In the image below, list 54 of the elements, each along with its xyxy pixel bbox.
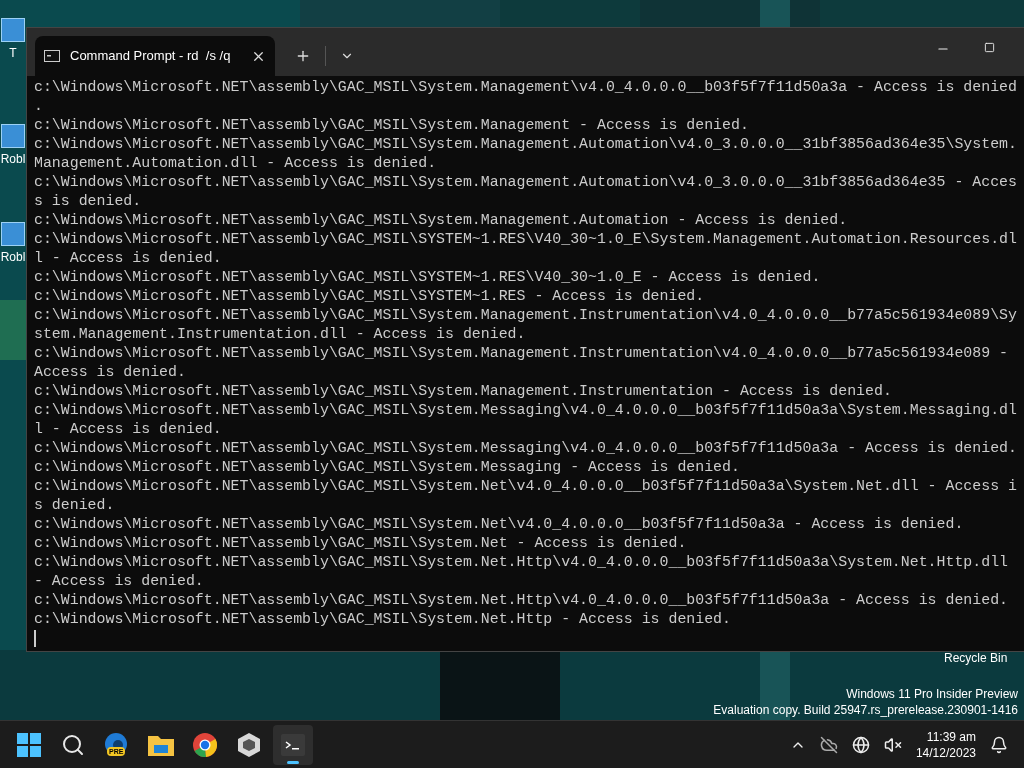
console-line: c:\Windows\Microsoft.NET\assembly\GAC_MSIL\System.Net - Access is denied. xyxy=(34,534,688,553)
windows-logo-icon xyxy=(17,732,41,757)
command-prompt-icon xyxy=(44,50,60,62)
speaker-muted-icon[interactable] xyxy=(883,735,902,754)
clock-time[interactable]: 11:39 am xyxy=(926,728,976,745)
terminal-icon xyxy=(281,733,305,756)
console-line: s is denied. xyxy=(34,192,143,211)
notification-bell-icon[interactable] xyxy=(990,735,1008,754)
console-line: c:\Windows\Microsoft.NET\assembly\GAC_MSIL\SYSTEM~1.RES - Access is denied. xyxy=(34,287,706,306)
console-line: c:\Windows\Microsoft.NET\assembly\GAC_MSIL\System.Management.Automation - Access is denied. xyxy=(34,211,849,230)
text-cursor xyxy=(34,630,36,647)
console-line: c:\Windows\Microsoft.NET\assembly\GAC_MSIL\System.Messaging - Access is denied. xyxy=(34,458,741,477)
chrome-logo-icon xyxy=(193,732,217,757)
console-line: c:\Windows\Microsoft.NET\assembly\GAC_MSIL\System.Messaging\v4.0_4.0.0.0__b03f5f7f11d50a3a\System.Messaging.dl xyxy=(34,401,1018,420)
desktop-icon-label[interactable]: Recycle Bin xyxy=(944,651,1008,665)
console-line: c:\Windows\Microsoft.NET\assembly\GAC_MSIL\SYSTEM~1.RES\V40_30~1.0_E - Access is denied. xyxy=(34,268,822,287)
evaluation-notice: Evaluation copy. Build 25947.rs_prerelease.230901-1416 xyxy=(713,702,1018,718)
desktop-icon-label[interactable]: Robl xyxy=(0,152,26,166)
new-tab-icon[interactable] xyxy=(295,48,311,64)
console-line: - Access is denied. xyxy=(34,572,205,591)
console-line: c:\Windows\Microsoft.NET\assembly\GAC_MSIL\System.Management.Instrumentation - Access is denied. xyxy=(34,382,893,401)
maximize-icon[interactable] xyxy=(984,42,995,53)
console-line: c:\Windows\Microsoft.NET\assembly\GAC_MSIL\SYSTEM~1.RES\V40_30~1.0_E\System.Management.Automation.Resources.dl xyxy=(34,230,1018,249)
console-line: c:\Windows\Microsoft.NET\assembly\GAC_MSIL\System.Messaging\v4.0_4.0.0.0__b03f5f7f11d50a3a - Access is denied. xyxy=(34,439,1018,458)
console-line: Access is denied. xyxy=(34,363,187,382)
console-line: c:\Windows\Microsoft.NET\assembly\GAC_MSIL\System.Net.Http\v4.0_4.0.0.0__b03f5f7f11d50a3a\System.Net.Http.dll xyxy=(34,553,1009,572)
globe-icon[interactable] xyxy=(851,735,870,754)
folder-icon xyxy=(148,733,174,756)
console-line: Management.Automation.dll - Access is denied. xyxy=(34,154,438,173)
console-line: c:\Windows\Microsoft.NET\assembly\GAC_MSIL\System.Net\v4.0_4.0.0.0__b03f5f7f11d50a3a - Access is denied. xyxy=(34,515,965,534)
console-line: . xyxy=(34,97,44,116)
terminal-tab[interactable]: Command Prompt - rd /s /q xyxy=(35,36,275,76)
desktop-icon-label[interactable]: Robl xyxy=(0,250,26,264)
tab-title: Command Prompt - rd /s /q xyxy=(70,47,232,66)
console-line: c:\Windows\Microsoft.NET\assembly\GAC_MSIL\System.Management - Access is denied. xyxy=(34,116,750,135)
console-line: c:\Windows\Microsoft.NET\assembly\GAC_MSIL\System.Management.Automation\v4.0_3.0.0.0__31bf3856ad364e35\System. xyxy=(34,135,1018,154)
search-icon xyxy=(61,732,85,757)
desktop-icon-label[interactable]: T xyxy=(9,46,17,60)
console-line: stem.Management.Instrumentation.dll - Access is denied. xyxy=(34,325,527,344)
evaluation-notice: Windows 11 Pro Insider Preview xyxy=(846,686,1018,702)
console-line: c:\Windows\Microsoft.NET\assembly\GAC_MSIL\System.Management.Automation\v4.0_3.0.0.0__31bf3856ad364e35 - Acces xyxy=(34,173,1018,192)
console-line: c:\Windows\Microsoft.NET\assembly\GAC_MSIL\System.Net.Http - Access is denied. xyxy=(34,610,732,629)
console-line: l - Access is denied. xyxy=(34,249,223,268)
console-line: l - Access is denied. xyxy=(34,420,223,439)
taskbar-app[interactable] xyxy=(273,724,313,765)
console-line: c:\Windows\Microsoft.NET\assembly\GAC_MSIL\System.Net.Http\v4.0_4.0.0.0__b03f5f7f11d50a3a - Access is denied. xyxy=(34,591,1009,610)
cloud-off-icon[interactable] xyxy=(819,735,838,754)
console-line: c:\Windows\Microsoft.NET\assembly\GAC_MSIL\System.Management.Instrumentation\v4.0_4.0.0.0__b77a5c561934e089\Sy xyxy=(34,306,1018,325)
clock-date[interactable]: 14/12/2023 xyxy=(915,744,976,761)
console-line: c:\Windows\Microsoft.NET\assembly\GAC_MSIL\System.Net\v4.0_4.0.0.0__b03f5f7f11d50a3a\System.Net.dll - Access i xyxy=(34,477,1018,496)
cube-icon xyxy=(238,732,260,757)
console-line: c:\Windows\Microsoft.NET\assembly\GAC_MSIL\System.Management\v4.0_4.0.0.0__b03f5f7f11d50a3a - Access is denied xyxy=(34,78,1018,97)
console-line: c:\Windows\Microsoft.NET\assembly\GAC_MSIL\System.Management.Instrumentation\v4.0_4.0.0.0__b77a5c561934e089 - xyxy=(34,344,1009,363)
console-line: s denied. xyxy=(34,496,116,515)
